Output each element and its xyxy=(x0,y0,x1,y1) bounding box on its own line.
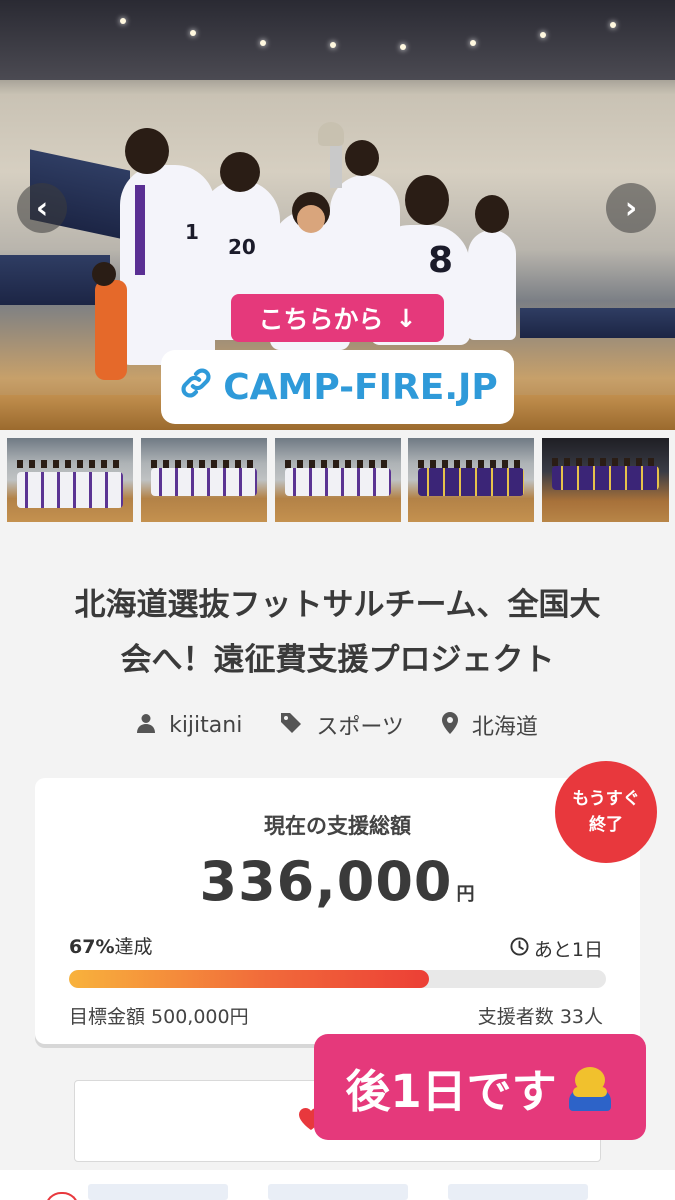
player-face xyxy=(297,205,325,233)
goal-amount: 目標金額 500,000円 xyxy=(69,1006,249,1028)
carousel-next-button[interactable]: › xyxy=(606,183,656,233)
thumbnail-3[interactable] xyxy=(275,438,401,522)
thumbnail-2[interactable] xyxy=(141,438,267,522)
time-remaining: あと1日 xyxy=(510,935,603,962)
category-name: スポーツ xyxy=(316,715,404,740)
trophy xyxy=(318,122,344,146)
supporter-count: 支援者数 33人 xyxy=(477,1006,603,1028)
staff-member xyxy=(95,280,127,380)
arena-light xyxy=(400,44,406,50)
player-head xyxy=(345,140,379,176)
story-sticker-text: 後1日です xyxy=(345,1064,557,1118)
cta-sticker: こちらから ↓ xyxy=(231,294,444,342)
project-hero-image: 15 20 8 ‹ › こちらから ↓ CAMP-FIRE.JP xyxy=(0,0,675,430)
thumbnail-detail xyxy=(285,468,391,496)
player-head xyxy=(475,195,509,233)
time-remaining-text: あと1日 xyxy=(533,939,603,961)
thumbnail-detail xyxy=(552,458,659,466)
owner-link[interactable]: kijitani xyxy=(137,713,242,738)
achievement-percent: 67% xyxy=(69,936,115,958)
emoji-part xyxy=(572,1087,607,1097)
thumbnail-detail xyxy=(418,460,524,468)
thumbnail-4[interactable] xyxy=(408,438,534,522)
next-section-peek xyxy=(0,1170,675,1200)
user-icon xyxy=(137,713,156,738)
player-head xyxy=(125,128,169,174)
tag-icon xyxy=(280,712,302,739)
thumbnail-1[interactable] xyxy=(7,438,133,522)
achievement-suffix: 達成 xyxy=(114,936,153,958)
project-title-line: 会へ！遠征費支援プロジェクト xyxy=(120,642,555,678)
thumbnail-detail xyxy=(418,468,524,496)
arena-light xyxy=(610,22,616,28)
arrow-down-icon: ↓ xyxy=(395,303,417,333)
arena-light xyxy=(120,18,126,24)
story-text-sticker: 後1日です xyxy=(314,1034,646,1140)
link-icon xyxy=(177,364,215,411)
amount-value: 336,000 xyxy=(199,850,453,913)
funding-progress-fill xyxy=(69,970,429,988)
location-pin-icon xyxy=(441,711,458,739)
cta-sticker-text: こちらから xyxy=(258,305,384,334)
arena-light xyxy=(470,40,476,46)
person-bowing-emoji xyxy=(563,1061,615,1113)
funding-progress-bar xyxy=(69,970,606,988)
section-peek-block xyxy=(448,1184,588,1200)
thumbnail-strip xyxy=(7,438,669,522)
thumbnail-detail xyxy=(552,466,659,490)
section-icon-peek xyxy=(45,1192,79,1200)
thumbnail-detail xyxy=(17,460,123,468)
arena-roof xyxy=(0,0,675,80)
section-peek-block xyxy=(268,1184,408,1200)
thumbnail-detail xyxy=(17,472,123,508)
player xyxy=(468,230,516,340)
arena-light xyxy=(330,42,336,48)
total-support-label: 現在の支援総額 xyxy=(264,814,411,838)
project-title-line: 北海道選抜フットサルチーム、全国大 xyxy=(74,587,601,623)
jersey-number: 8 xyxy=(428,240,454,281)
category-link[interactable]: スポーツ xyxy=(280,709,404,741)
project-meta: kijitani スポーツ 北海道 xyxy=(0,705,675,745)
jersey-number: 20 xyxy=(228,235,256,259)
arena-light xyxy=(260,40,266,46)
staff-head xyxy=(92,262,116,286)
ending-soon-badge-line: もうすぐ xyxy=(572,789,640,809)
player-head xyxy=(405,175,449,225)
thumbnail-detail xyxy=(151,468,257,496)
thumbnail-detail xyxy=(151,460,257,468)
carousel-prev-button[interactable]: ‹ xyxy=(17,183,67,233)
thumbnail-detail xyxy=(285,460,391,468)
location-name: 北海道 xyxy=(471,715,538,740)
total-support-amount: 336,000 円 xyxy=(0,850,675,913)
location-link[interactable]: 北海道 xyxy=(441,709,538,741)
arena-light xyxy=(190,30,196,36)
thumbnail-5[interactable] xyxy=(542,438,669,522)
jersey-stripe xyxy=(135,185,145,275)
section-peek-block xyxy=(88,1184,228,1200)
achievement-rate: 67%達成 xyxy=(69,932,153,959)
chevron-right-icon: › xyxy=(624,190,638,226)
arena-stands xyxy=(520,308,675,338)
amount-currency: 円 xyxy=(456,884,476,905)
clock-icon xyxy=(510,936,529,961)
project-title: 北海道選抜フットサルチーム、全国大 会へ！遠征費支援プロジェクト xyxy=(20,578,655,688)
arena-light xyxy=(540,32,546,38)
chevron-left-icon: ‹ xyxy=(35,190,49,226)
link-sticker[interactable]: CAMP-FIRE.JP xyxy=(161,350,514,424)
player-head xyxy=(220,152,260,192)
link-sticker-text: CAMP-FIRE.JP xyxy=(223,366,498,408)
owner-name: kijitani xyxy=(169,712,243,738)
